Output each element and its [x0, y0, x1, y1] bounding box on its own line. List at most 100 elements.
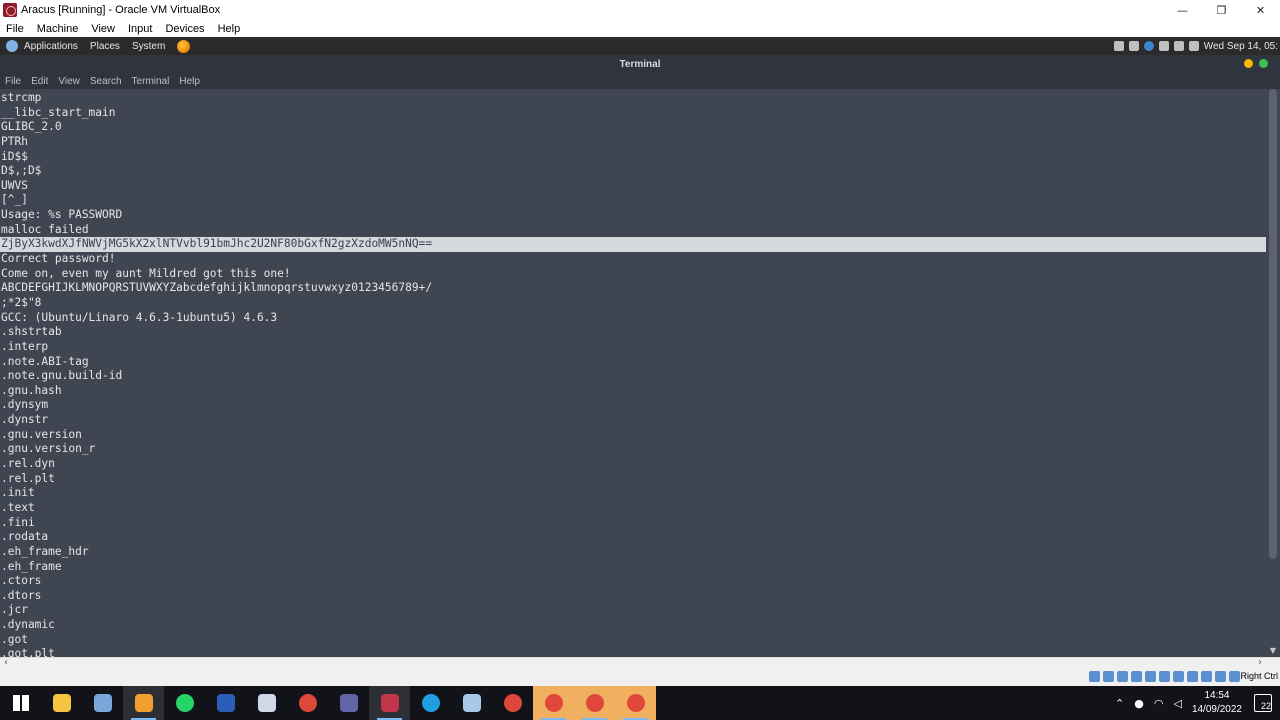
mouse-integration-icon[interactable] [1215, 671, 1226, 682]
terminal-line: ZjByX3kwdXJfNWVjMG5kX2xlNTVvbl91bmJhc2U2… [0, 237, 1266, 253]
terminal-line: malloc failed [1, 222, 89, 236]
microphone-icon[interactable]: ● [1134, 697, 1144, 710]
scroll-down-arrow-icon[interactable]: ▼ [1268, 646, 1278, 655]
wifi-icon[interactable]: ◠ [1154, 697, 1164, 710]
menu-devices[interactable]: Devices [165, 23, 204, 35]
start-icon [12, 695, 29, 711]
network-adapter-icon[interactable] [1131, 671, 1142, 682]
scrollbar-thumb[interactable] [1269, 89, 1277, 559]
terminal-menu-help[interactable]: Help [179, 76, 200, 87]
keyboard-indicator-icon[interactable] [1113, 41, 1124, 51]
taskbar-clock[interactable]: 14:54 14/09/2022 [1192, 689, 1242, 717]
optical-drive-icon[interactable] [1103, 671, 1114, 682]
terminal-line: .note.ABI-tag [1, 354, 89, 368]
terminal-line: .dynamic [1, 618, 55, 632]
taskbar-chrome-button[interactable] [615, 686, 656, 720]
recording-icon[interactable] [1187, 671, 1198, 682]
terminal-line: .gnu.version [1, 427, 82, 441]
terminal-menu-file[interactable]: File [5, 76, 21, 87]
terminal-line: .init [1, 486, 35, 500]
terminal-line: .got [1, 632, 28, 646]
notification-center-icon[interactable]: 22 [1254, 694, 1272, 712]
shared-folders-icon[interactable] [1159, 671, 1170, 682]
cpu-icon[interactable] [1201, 671, 1212, 682]
terminal-line: .fini [1, 515, 35, 529]
taskbar-package-app-button[interactable] [246, 686, 287, 720]
network-icon[interactable] [1158, 41, 1169, 51]
speaker-icon[interactable]: ◁ [1173, 697, 1181, 710]
taskbar-start-button[interactable] [0, 686, 41, 720]
taskbar-chrome-button[interactable] [574, 686, 615, 720]
panel-menu-system[interactable]: System [132, 41, 165, 52]
menu-file[interactable]: File [6, 23, 24, 35]
menu-view[interactable]: View [91, 23, 115, 35]
taskbar-file-explorer-button[interactable] [41, 686, 82, 720]
hard-disk-icon[interactable] [1089, 671, 1100, 682]
bluetooth-icon[interactable] [1143, 41, 1154, 51]
taskbar-brush-app-button[interactable] [451, 686, 492, 720]
terminal-line: __libc_start_main [1, 105, 116, 119]
maximize-circle-button[interactable] [1259, 59, 1268, 68]
terminal-line: .ctors [1, 574, 42, 588]
terminal-line: Correct password! [1, 252, 116, 266]
menu-help[interactable]: Help [218, 23, 241, 35]
vbox-device-icons [1086, 671, 1240, 682]
terminal-scrollbar[interactable]: ▼ [1266, 89, 1280, 657]
vbox-status-bar: Right Ctrl [0, 669, 1280, 686]
taskbar-teams-button[interactable] [328, 686, 369, 720]
battery-icon[interactable] [1188, 41, 1199, 51]
terminal-menu-edit[interactable]: Edit [31, 76, 48, 87]
chrome-icon [298, 694, 317, 712]
minimize-button[interactable]: — [1163, 0, 1202, 20]
menu-machine[interactable]: Machine [37, 23, 79, 35]
restore-button[interactable]: ❐ [1202, 0, 1241, 20]
panel-menu-applications[interactable]: Applications [24, 41, 78, 52]
virtualbox-icon [380, 694, 399, 712]
mail-icon[interactable] [1173, 41, 1184, 51]
vbox-horizontal-scrollbar[interactable]: ‹ › [0, 657, 1280, 669]
terminal-line: .note.gnu.build-id [1, 369, 123, 383]
window-controls: — ❐ ✕ [1163, 0, 1280, 20]
terminal-menu-search[interactable]: Search [90, 76, 122, 87]
keyboard-capture-icon[interactable] [1229, 671, 1240, 682]
chrome-icon [626, 694, 645, 712]
panel-menu-places[interactable]: Places [90, 41, 120, 52]
teams-icon [339, 694, 358, 712]
taskbar-word-button[interactable] [205, 686, 246, 720]
taskbar-chrome-button[interactable] [492, 686, 533, 720]
terminal-title: Terminal [619, 58, 661, 70]
app-window-icon [93, 694, 112, 712]
taskbar-edge-button[interactable] [410, 686, 451, 720]
display-icon[interactable] [1173, 671, 1184, 682]
ubuntu-logo-icon[interactable] [6, 40, 18, 52]
terminal-line: .got.plt [1, 647, 55, 657]
terminal-output[interactable]: strcmp __libc_start_main GLIBC_2.0 PTRh iD$$… [0, 89, 1266, 657]
terminal-line: .jcr [1, 603, 28, 617]
terminal-line: Usage: %s PASSWORD [1, 208, 123, 222]
scroll-left-arrow-icon[interactable]: ‹ [4, 657, 8, 668]
minimize-circle-button[interactable] [1244, 59, 1253, 68]
volume-icon[interactable] [1128, 41, 1139, 51]
taskbar-whatsapp-button[interactable] [164, 686, 205, 720]
vbox-title-bar: Aracus [Running] - Oracle VM VirtualBox … [0, 0, 1280, 20]
terminal-menu-view[interactable]: View [58, 76, 80, 87]
usb-icon[interactable] [1145, 671, 1156, 682]
terminal-line: GCC: (Ubuntu/Linaro 4.6.3-1ubuntu5) 4.6.… [1, 310, 278, 324]
panel-clock[interactable]: Wed Sep 14, 05: [1204, 41, 1278, 52]
terminal-line: [^_] [1, 193, 28, 207]
taskbar-virtualbox-button[interactable] [369, 686, 410, 720]
scroll-right-arrow-icon[interactable]: › [1258, 657, 1262, 668]
show-hidden-icons-chevron-icon[interactable]: ⌃ [1115, 697, 1124, 710]
vbox-menu-bar: File Machine View Input Devices Help [0, 20, 1280, 37]
terminal-line: .gnu.hash [1, 383, 62, 397]
menu-input[interactable]: Input [128, 23, 152, 35]
terminal-menu-terminal[interactable]: Terminal [132, 76, 170, 87]
taskbar-app-window-button[interactable] [82, 686, 123, 720]
taskbar-chrome-button[interactable] [533, 686, 574, 720]
taskbar-chrome-button[interactable] [287, 686, 328, 720]
taskbar-tool-app-button[interactable] [123, 686, 164, 720]
firefox-launcher-icon[interactable] [177, 39, 191, 53]
word-icon [216, 694, 235, 712]
audio-icon[interactable] [1117, 671, 1128, 682]
close-button[interactable]: ✕ [1241, 0, 1280, 20]
